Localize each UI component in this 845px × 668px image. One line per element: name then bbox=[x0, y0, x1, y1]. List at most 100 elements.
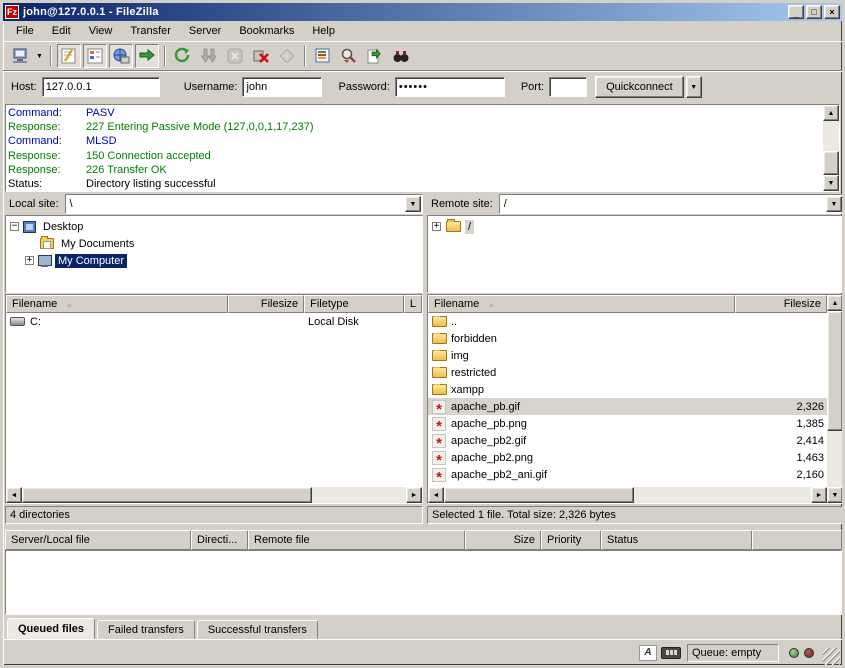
scroll-left-icon[interactable]: ◄ bbox=[428, 487, 444, 503]
remote-file-row[interactable]: img bbox=[428, 347, 827, 364]
toggle-local-tree-button[interactable] bbox=[83, 44, 107, 68]
remote-file-row-selected[interactable]: *apache_pb.gif 2,326 bbox=[428, 398, 827, 415]
username-input[interactable] bbox=[242, 77, 322, 97]
remote-file-row[interactable]: xampp bbox=[428, 381, 827, 398]
scroll-down-icon[interactable]: ▼ bbox=[827, 487, 843, 503]
process-queue-button[interactable] bbox=[197, 44, 221, 68]
scrollbar-thumb[interactable] bbox=[22, 487, 312, 503]
column-filename[interactable]: Filename▲ bbox=[428, 295, 735, 313]
log-label: Status: bbox=[8, 178, 86, 190]
remote-vscrollbar[interactable]: ▲ ▼ bbox=[827, 295, 843, 503]
directory-comparison-button[interactable] bbox=[363, 44, 387, 68]
local-file-row[interactable]: C: Local Disk bbox=[6, 313, 422, 330]
quickconnect-bar: Host: Username: Password: Port: Quickcon… bbox=[3, 70, 842, 103]
cancel-button[interactable] bbox=[223, 44, 247, 68]
tree-item-my-documents[interactable]: My Documents bbox=[10, 235, 422, 252]
column-size[interactable]: Size bbox=[465, 530, 541, 550]
combo-dropdown-icon[interactable]: ▼ bbox=[826, 196, 842, 212]
local-hscrollbar[interactable]: ◄ ► bbox=[6, 487, 422, 503]
toggle-queue-button[interactable] bbox=[135, 44, 159, 68]
reconnect-button[interactable] bbox=[275, 44, 299, 68]
quickconnect-dropdown[interactable]: ▼ bbox=[686, 76, 702, 98]
combo-dropdown-icon[interactable]: ▼ bbox=[405, 196, 421, 212]
file-name: apache_pb2_ani.gif bbox=[451, 469, 547, 481]
scroll-up-icon[interactable]: ▲ bbox=[827, 295, 843, 311]
column-filesize[interactable]: Filesize bbox=[228, 295, 304, 313]
speed-limit-icon[interactable] bbox=[661, 647, 681, 659]
scroll-up-icon[interactable]: ▲ bbox=[823, 105, 839, 121]
remote-file-row[interactable]: *apache_pb2.png 1,463 bbox=[428, 449, 827, 466]
remote-site-combo[interactable]: / ▼ bbox=[499, 194, 844, 214]
remote-file-row[interactable]: restricted bbox=[428, 364, 827, 381]
site-manager-dropdown[interactable]: ▼ bbox=[33, 45, 46, 67]
column-last-modified[interactable]: L bbox=[404, 295, 422, 313]
remote-file-row[interactable]: .. bbox=[428, 313, 827, 330]
menu-edit[interactable]: Edit bbox=[43, 23, 80, 39]
filter-button[interactable] bbox=[337, 44, 361, 68]
directory-listing-button[interactable] bbox=[311, 44, 335, 68]
file-type: Local Disk bbox=[305, 316, 405, 328]
tree-item-my-computer[interactable]: + My Computer bbox=[10, 252, 422, 269]
column-priority[interactable]: Priority bbox=[541, 530, 601, 550]
file-size: 2,414 bbox=[735, 435, 827, 447]
column-filesize[interactable]: Filesize bbox=[735, 295, 827, 313]
remote-file-row[interactable]: *apache_pb2.gif 2,414 bbox=[428, 432, 827, 449]
column-direction[interactable]: Directi... bbox=[191, 530, 248, 550]
menu-file[interactable]: File bbox=[7, 23, 43, 39]
menu-view[interactable]: View bbox=[80, 23, 122, 39]
scrollbar-thumb[interactable] bbox=[823, 151, 839, 175]
minimize-button[interactable]: _ bbox=[788, 5, 804, 19]
log-scrollbar[interactable]: ▲ ▼ bbox=[823, 105, 839, 191]
file-name: restricted bbox=[451, 367, 496, 379]
column-filename[interactable]: Filename▲ bbox=[6, 295, 228, 313]
remote-hscrollbar[interactable]: ◄ ► bbox=[428, 487, 827, 503]
quickconnect-button[interactable]: Quickconnect bbox=[595, 76, 684, 98]
sort-asc-icon: ▲ bbox=[65, 300, 73, 309]
tab-failed-transfers[interactable]: Failed transfers bbox=[97, 620, 195, 639]
column-filetype[interactable]: Filetype bbox=[304, 295, 404, 313]
tree-item-root[interactable]: + / bbox=[432, 218, 843, 235]
refresh-button[interactable] bbox=[171, 44, 195, 68]
disconnect-button[interactable] bbox=[249, 44, 273, 68]
expand-icon[interactable]: + bbox=[432, 222, 441, 231]
column-status[interactable]: Status bbox=[601, 530, 752, 550]
expand-icon[interactable]: + bbox=[25, 256, 34, 265]
site-manager-button[interactable] bbox=[8, 44, 32, 68]
maximize-button[interactable]: □ bbox=[806, 5, 822, 19]
transfer-type-icon[interactable]: A bbox=[639, 645, 657, 661]
menu-bookmarks[interactable]: Bookmarks bbox=[230, 23, 303, 39]
remote-file-row[interactable]: *apache_pb2_ani.gif 2,160 bbox=[428, 466, 827, 483]
remote-file-row[interactable]: forbidden bbox=[428, 330, 827, 347]
file-size: 2,326 bbox=[735, 401, 827, 413]
local-tree: − Desktop My Documents + My Computer bbox=[5, 215, 423, 293]
tree-item-desktop[interactable]: − Desktop bbox=[10, 218, 422, 235]
menu-help[interactable]: Help bbox=[303, 23, 344, 39]
scrollbar-thumb[interactable] bbox=[444, 487, 634, 503]
scroll-right-icon[interactable]: ► bbox=[811, 487, 827, 503]
column-remote-file[interactable]: Remote file bbox=[248, 530, 465, 550]
scroll-right-icon[interactable]: ► bbox=[406, 487, 422, 503]
remote-file-row[interactable]: *apache_pb.png 1,385 bbox=[428, 415, 827, 432]
scroll-left-icon[interactable]: ◄ bbox=[6, 487, 22, 503]
toggle-log-view-button[interactable] bbox=[57, 44, 81, 68]
password-input[interactable] bbox=[395, 77, 505, 97]
menu-server[interactable]: Server bbox=[180, 23, 230, 39]
local-site-combo[interactable]: \ ▼ bbox=[65, 194, 423, 214]
image-file-icon: * bbox=[432, 434, 446, 448]
close-button[interactable]: × bbox=[824, 5, 840, 19]
menu-transfer[interactable]: Transfer bbox=[121, 23, 180, 39]
log-line: Response:226 Transfer OK bbox=[8, 163, 821, 177]
collapse-icon[interactable]: − bbox=[10, 222, 19, 231]
binoculars-icon bbox=[392, 47, 410, 65]
scroll-down-icon[interactable]: ▼ bbox=[823, 175, 839, 191]
scrollbar-thumb[interactable] bbox=[827, 311, 843, 431]
resize-grip-icon[interactable] bbox=[823, 648, 840, 665]
port-input[interactable] bbox=[549, 77, 587, 97]
tab-queued-files[interactable]: Queued files bbox=[7, 618, 95, 639]
title-bar[interactable]: Fz john@127.0.0.1 - FileZilla _ □ × bbox=[3, 3, 842, 21]
toggle-remote-tree-button[interactable] bbox=[109, 44, 133, 68]
tab-successful-transfers[interactable]: Successful transfers bbox=[197, 620, 318, 639]
find-files-button[interactable] bbox=[389, 44, 413, 68]
host-input[interactable] bbox=[42, 77, 160, 97]
column-server-local-file[interactable]: Server/Local file bbox=[5, 530, 191, 550]
